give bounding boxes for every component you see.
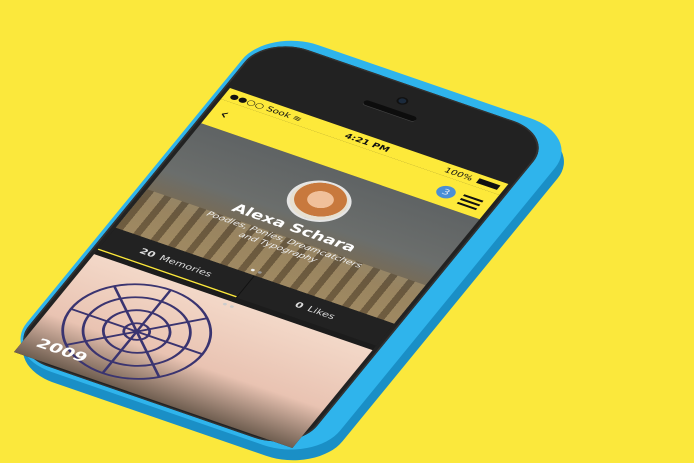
likes-count: 0 bbox=[292, 300, 307, 311]
likes-label: Likes bbox=[305, 304, 338, 322]
back-button[interactable]: ‹ bbox=[215, 106, 234, 122]
hamburger-icon[interactable] bbox=[455, 194, 484, 212]
wifi-icon: ≋ bbox=[290, 113, 305, 124]
memories-count: 20 bbox=[137, 246, 159, 260]
chevron-left-icon: ‹ bbox=[214, 106, 234, 123]
phone-mockup: ●●○○ Sook ≋ 4:21 PM 100% ‹ 3 Alexa Schar… bbox=[0, 27, 582, 463]
notification-badge[interactable]: 3 bbox=[432, 183, 460, 201]
